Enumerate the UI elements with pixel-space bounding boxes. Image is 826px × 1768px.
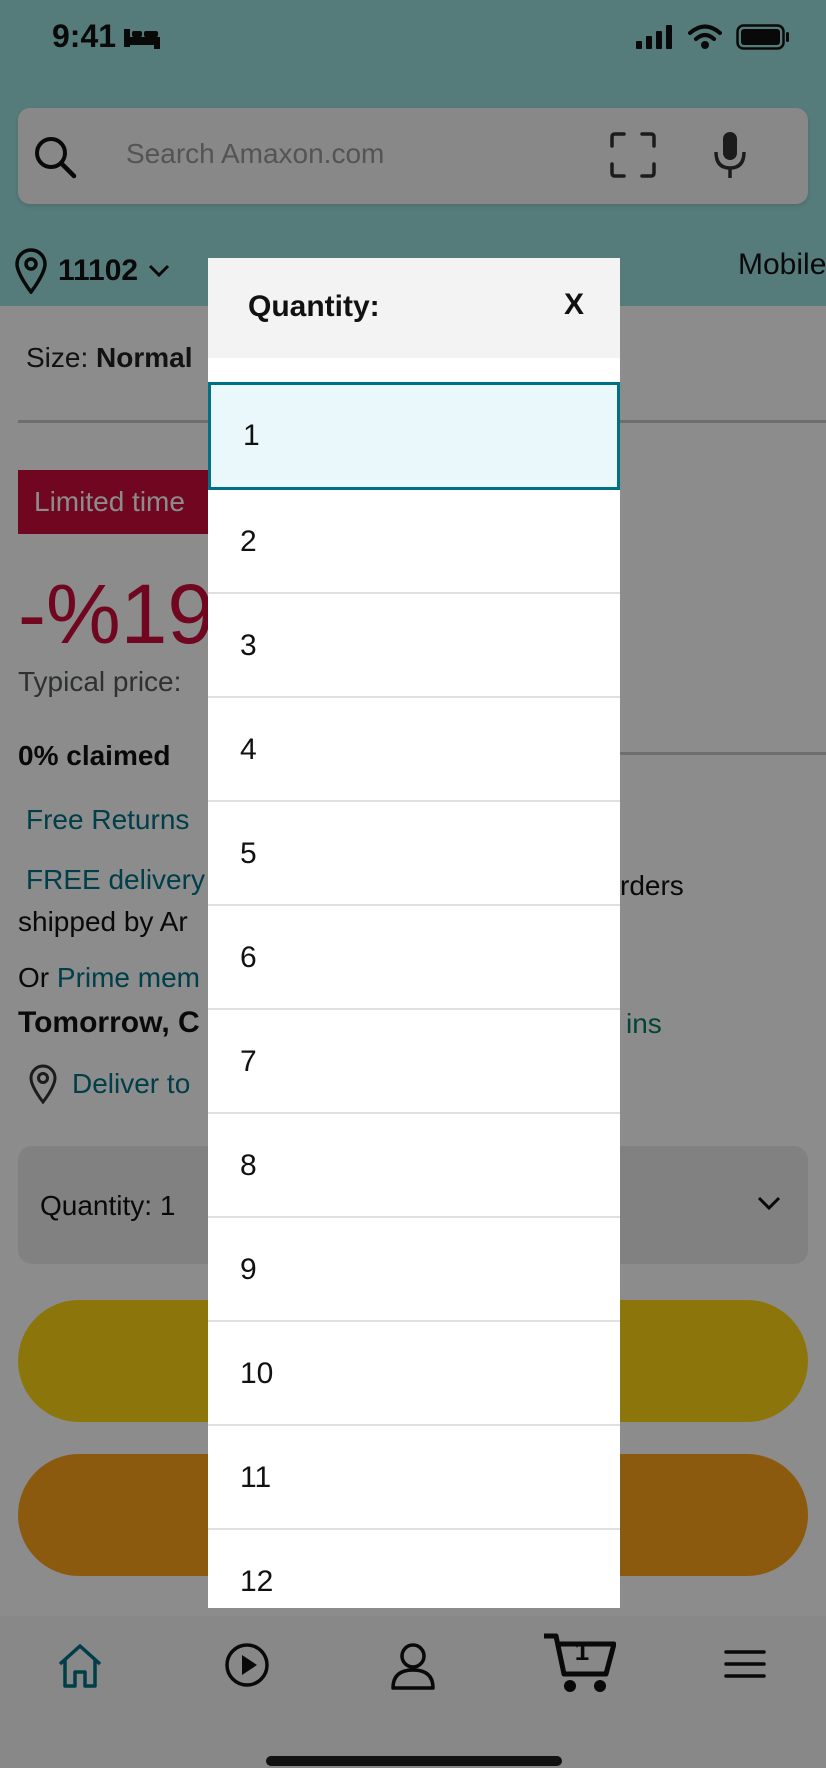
quantity-option-2[interactable]: 2	[208, 490, 620, 594]
modal-header: Quantity: X	[208, 258, 620, 358]
quantity-option-11[interactable]: 11	[208, 1426, 620, 1530]
quantity-option-8[interactable]: 8	[208, 1114, 620, 1218]
close-button[interactable]: X	[564, 288, 584, 322]
quantity-options-list[interactable]: 1 2 3 4 5 6 7 8 9 10 11 12	[208, 382, 620, 1608]
home-indicator	[266, 1756, 562, 1766]
quantity-option-3[interactable]: 3	[208, 594, 620, 698]
quantity-option-9[interactable]: 9	[208, 1218, 620, 1322]
quantity-option-7[interactable]: 7	[208, 1010, 620, 1114]
quantity-option-12[interactable]: 12	[208, 1530, 620, 1608]
quantity-option-10[interactable]: 10	[208, 1322, 620, 1426]
quantity-option-4[interactable]: 4	[208, 698, 620, 802]
quantity-option-1[interactable]: 1	[208, 382, 620, 490]
quantity-option-6[interactable]: 6	[208, 906, 620, 1010]
quantity-modal: Quantity: X 1 2 3 4 5 6 7 8 9 10 11 12	[208, 258, 620, 1608]
quantity-option-5[interactable]: 5	[208, 802, 620, 906]
modal-title: Quantity:	[248, 290, 380, 323]
